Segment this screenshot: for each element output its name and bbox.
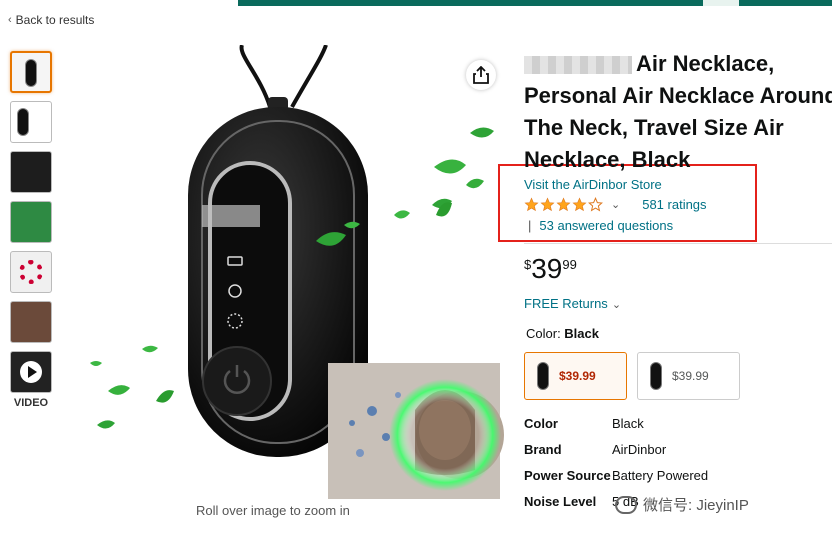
rating-row: ⌄ 581 ratings — [524, 197, 707, 212]
main-product-image[interactable] — [60, 45, 505, 500]
star-full-icon — [540, 197, 555, 212]
title-line-1: Air Necklace, — [524, 48, 832, 80]
spec-key: Brand — [524, 442, 562, 457]
swatch-price: $39.99 — [672, 369, 709, 383]
play-icon — [20, 361, 42, 383]
wechat-watermark: 微信号: JieyinIP — [615, 494, 749, 515]
color-value: Black — [564, 326, 599, 341]
spec-value: Battery Powered — [612, 468, 709, 483]
video-label: VIDEO — [13, 397, 49, 409]
thumbnail-4[interactable] — [10, 201, 52, 243]
product-title: Air Necklace, Personal Air Necklace Arou… — [524, 48, 832, 176]
free-returns-label: FREE Returns — [524, 296, 608, 311]
color-label: Color: Black — [526, 326, 599, 341]
spec-row: Color Black — [524, 414, 832, 434]
price: $ 39 99 — [524, 253, 577, 285]
title-line-1-text: Air Necklace, — [636, 51, 775, 76]
separator: | — [528, 218, 532, 233]
zoom-hint: Roll over image to zoom in — [196, 503, 350, 518]
spec-value: AirDinbor — [612, 442, 667, 457]
watermark-text: 微信号: JieyinIP — [643, 497, 749, 514]
thumbnail-6[interactable] — [10, 301, 52, 343]
device-thumb-icon — [17, 108, 29, 136]
device-swatch-icon — [650, 362, 662, 390]
divider — [524, 243, 832, 244]
thumbnail-2[interactable] — [10, 101, 52, 143]
back-to-results-link[interactable]: ‹ Back to results — [8, 13, 94, 27]
answered-questions-link[interactable]: 53 answered questions — [539, 218, 673, 233]
thumbnail-video[interactable] — [10, 351, 52, 393]
star-empty-icon — [588, 197, 603, 212]
chevron-down-icon: ⌄ — [611, 299, 622, 311]
price-symbol: $ — [524, 257, 532, 272]
device-thumb-icon — [25, 59, 37, 87]
spec-key: Color — [524, 416, 558, 431]
spec-row: Power Source Battery Powered — [524, 466, 832, 486]
thumbnail-5[interactable] — [10, 251, 52, 293]
banner-patch — [703, 0, 739, 6]
ring-graphic-icon — [19, 260, 43, 284]
spec-row: Brand AirDinbor — [524, 440, 832, 460]
title-line-3: The Neck, Travel Size Air — [524, 115, 784, 140]
store-link[interactable]: Visit the AirDinbor Store — [524, 177, 662, 192]
thumbnail-strip: VIDEO — [10, 51, 52, 409]
top-banner — [238, 0, 832, 6]
ratings-count-link[interactable]: 581 ratings — [642, 197, 706, 212]
title-line-4: Necklace, Black — [524, 147, 691, 172]
color-label-text: Color: — [526, 326, 565, 341]
price-whole: 39 — [531, 253, 563, 284]
chevron-down-icon[interactable]: ⌄ — [611, 198, 620, 211]
blurred-brand — [524, 56, 632, 75]
spec-value: Black — [612, 416, 644, 431]
price-fraction: 99 — [562, 257, 577, 272]
star-rating[interactable] — [524, 197, 603, 212]
wechat-icon — [615, 495, 637, 514]
star-full-icon — [556, 197, 571, 212]
star-full-icon — [524, 197, 539, 212]
chevron-left-icon: ‹ — [8, 14, 12, 26]
product-details: Air Necklace, Personal Air Necklace Arou… — [524, 48, 832, 509]
answered-questions-row: | 53 answered questions — [528, 218, 673, 233]
thumbnail-1[interactable] — [10, 51, 52, 93]
swatch-price: $39.99 — [559, 369, 596, 383]
share-button[interactable] — [466, 60, 496, 90]
spec-key: Noise Level — [524, 494, 597, 509]
device-swatch-icon — [537, 362, 549, 390]
color-swatch-black[interactable]: $39.99 — [524, 352, 627, 400]
back-to-results-label: Back to results — [15, 13, 95, 27]
spec-key: Power Source — [524, 468, 611, 483]
share-icon — [473, 66, 489, 84]
color-swatch-alt[interactable]: $39.99 — [637, 352, 740, 400]
thumbnail-3[interactable] — [10, 151, 52, 193]
free-returns-link[interactable]: FREE Returns ⌄ — [524, 296, 621, 311]
star-full-icon — [572, 197, 587, 212]
title-line-2: Personal Air Necklace Around — [524, 83, 832, 108]
